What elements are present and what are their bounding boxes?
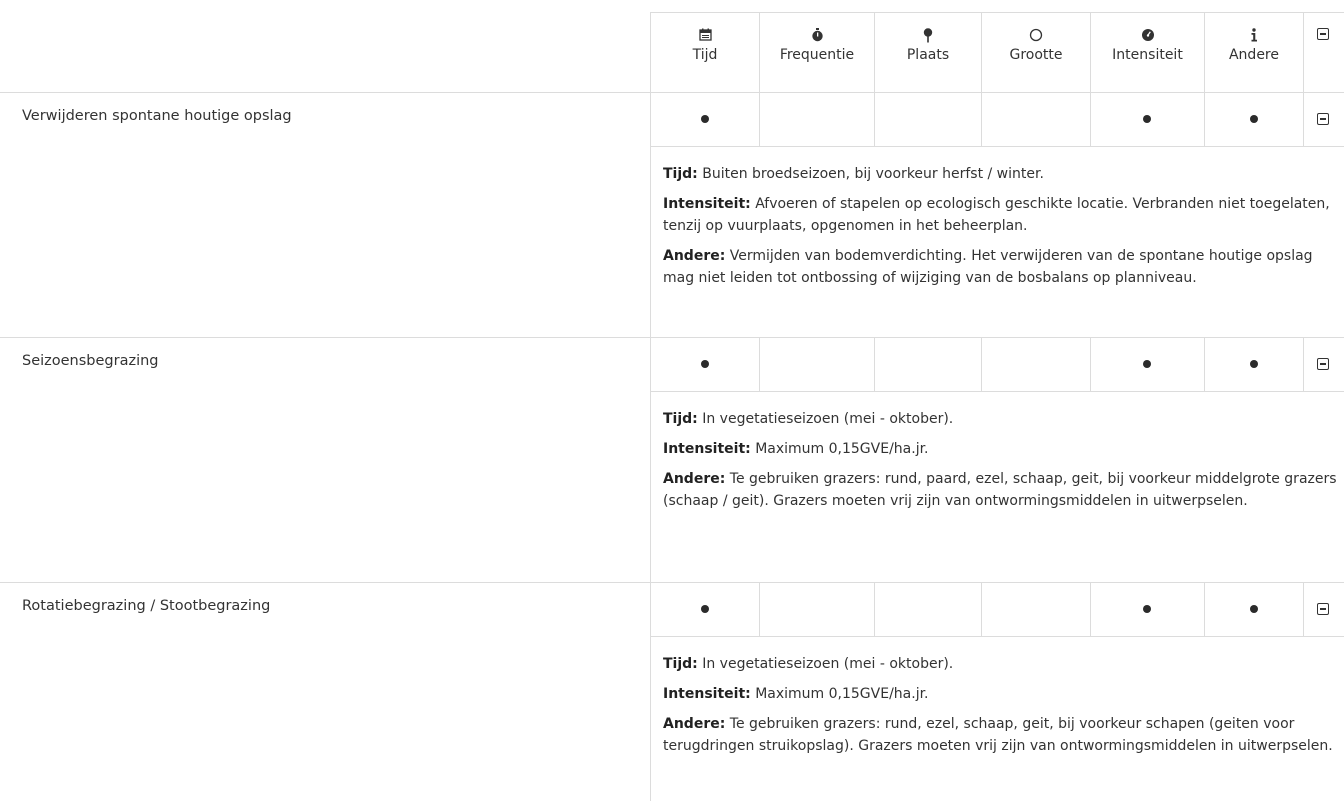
detail-label: Tijd: [663,411,698,427]
detail-label: Tijd: [663,166,698,182]
pin-icon [875,28,981,46]
detail-intensiteit: Intensiteit: Maximum 0,15GVE/ha.jr. [663,438,1341,460]
column-label: Plaats [906,47,950,63]
column-header-plaats: Plaats [875,28,981,63]
grid-line [650,636,1344,637]
column-header-tijd: Tijd [651,28,759,63]
grid-line [981,582,982,636]
column-label: Frequentie [779,47,855,63]
column-label: Intensiteit [1112,47,1183,63]
column-header-andere: Andere [1205,28,1303,63]
row-details: Tijd: In vegetatieseizoen (mei - oktober… [663,653,1341,765]
grid-line [0,582,1344,583]
collapse-all-button[interactable] [1317,28,1329,40]
grid-line [874,337,875,391]
gauge-icon [1091,28,1204,46]
detail-text: Buiten broedseizoen, bij voorkeur herfst… [702,166,1044,182]
grid-line [759,337,760,391]
grid-line [1303,12,1304,146]
detail-tijd: Tijd: In vegetatieseizoen (mei - oktober… [663,408,1341,430]
detail-tijd: Tijd: Buiten broedseizoen, bij voorkeur … [663,163,1341,185]
detail-label: Tijd: [663,656,698,672]
collapse-row-button[interactable] [1317,358,1329,370]
grid-line [650,12,1344,13]
detail-text: In vegetatieseizoen (mei - oktober). [702,656,954,672]
detail-text: Te gebruiken grazers: rund, ezel, schaap… [663,716,1333,754]
detail-label: Intensiteit: [663,196,751,212]
detail-label: Intensiteit: [663,686,751,702]
detail-text: Maximum 0,15GVE/ha.jr. [755,441,929,457]
detail-tijd: Tijd: In vegetatieseizoen (mei - oktober… [663,653,1341,675]
mark-andere [1250,115,1258,123]
column-header-grootte: Grootte [982,28,1090,63]
column-label: Grootte [1009,47,1063,63]
column-label: Tijd [692,47,718,63]
circle-icon [982,28,1090,46]
column-label: Andere [1228,47,1279,63]
mark-tijd [701,115,709,123]
column-header-frequentie: Frequentie [760,28,874,63]
detail-intensiteit: Intensiteit: Afvoeren of stapelen op eco… [663,193,1341,237]
grid-line [0,92,1344,93]
detail-label: Andere: [663,248,726,264]
mark-tijd [701,360,709,368]
detail-text: In vegetatieseizoen (mei - oktober). [702,411,954,427]
grid-line [1303,582,1304,636]
grid-line [1090,337,1091,391]
calendar-icon [651,28,759,46]
mark-intensiteit [1143,360,1151,368]
grid-line [759,582,760,636]
grid-line [0,337,1344,338]
row-title: Verwijderen spontane houtige opslag [22,108,292,124]
mark-intensiteit [1143,115,1151,123]
collapse-row-button[interactable] [1317,603,1329,615]
detail-intensiteit: Intensiteit: Maximum 0,15GVE/ha.jr. [663,683,1341,705]
detail-text: Te gebruiken grazers: rund, paard, ezel,… [663,471,1337,509]
mark-intensiteit [1143,605,1151,613]
mark-tijd [701,605,709,613]
detail-text: Maximum 0,15GVE/ha.jr. [755,686,929,702]
detail-andere: Andere: Te gebruiken grazers: rund, ezel… [663,713,1341,757]
row-title: Seizoensbegrazing [22,353,159,369]
grid-line [650,391,1344,392]
grid-line [981,337,982,391]
detail-label: Andere: [663,471,726,487]
detail-label: Andere: [663,716,726,732]
row-title: Rotatiebegrazing / Stootbegrazing [22,598,271,614]
grid-line [1090,582,1091,636]
grid-line [650,12,651,801]
grid-line [650,146,1344,147]
mark-andere [1250,360,1258,368]
info-icon [1205,28,1303,46]
grid-line [874,582,875,636]
row-details: Tijd: Buiten broedseizoen, bij voorkeur … [663,163,1341,297]
detail-text: Vermijden van bodemverdichting. Het verw… [663,248,1313,286]
collapse-row-button[interactable] [1317,113,1329,125]
grid-line [1303,337,1304,391]
stopwatch-icon [760,28,874,46]
detail-andere: Andere: Te gebruiken grazers: rund, paar… [663,468,1341,512]
column-header-intensiteit: Intensiteit [1091,28,1204,63]
mark-andere [1250,605,1258,613]
grid-line [1204,337,1205,391]
grid-line [1204,582,1205,636]
detail-andere: Andere: Vermijden van bodemverdichting. … [663,245,1341,289]
detail-text: Afvoeren of stapelen op ecologisch gesch… [663,196,1330,234]
detail-label: Intensiteit: [663,441,751,457]
row-details: Tijd: In vegetatieseizoen (mei - oktober… [663,408,1341,520]
